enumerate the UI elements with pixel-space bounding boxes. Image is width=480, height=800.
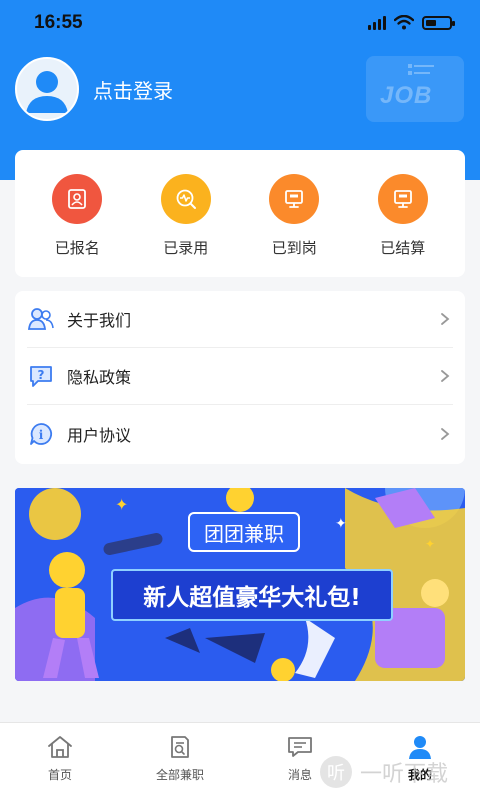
- menu-item-privacy[interactable]: ? 隐私政策: [27, 348, 453, 405]
- registered-circle: [52, 174, 103, 224]
- job-badge: JOB: [366, 56, 464, 122]
- menu-item-agreement[interactable]: i 用户协议: [27, 405, 453, 462]
- tab-label: 首页: [47, 768, 72, 782]
- settings-menu: 关于我们 ? 隐私政策 i 用户协议: [15, 291, 465, 464]
- status-hired[interactable]: 已录用: [141, 150, 231, 277]
- tab-label: 全部兼职: [155, 768, 204, 782]
- wifi-icon: [394, 15, 414, 30]
- watermark: 听 一听下载: [318, 754, 448, 790]
- document-search-icon: [171, 736, 189, 758]
- watermark-logo-icon: 听: [320, 756, 352, 788]
- home-icon: [48, 736, 72, 758]
- avatar[interactable]: [15, 57, 79, 121]
- monitor-icon: [285, 190, 304, 208]
- menu-label: 关于我们: [67, 311, 132, 330]
- settled-circle: [377, 174, 428, 224]
- monitor-icon: [393, 190, 412, 208]
- battery-icon: [422, 15, 455, 30]
- chevron-right-icon: [437, 311, 453, 327]
- application-status-card: 已报名 已录用 已到岗 已结算: [15, 150, 465, 277]
- svg-text:✦: ✦: [425, 537, 435, 551]
- activity-search-icon: [176, 189, 196, 209]
- status-bar: 16:55: [0, 0, 480, 46]
- status-icons: [368, 15, 455, 30]
- question-bubble-icon: ?: [27, 362, 55, 390]
- tab-all-jobs[interactable]: 全部兼职: [120, 723, 240, 800]
- login-text[interactable]: 点击登录: [93, 75, 173, 104]
- watermark-text: 一听下载: [360, 762, 449, 787]
- status-label: 已报名: [54, 239, 100, 257]
- svg-text:?: ?: [38, 368, 45, 382]
- banner-subtitle: 新人超值豪华大礼包!: [111, 569, 393, 621]
- job-badge-text: JOB: [380, 82, 433, 109]
- onboard-circle: [269, 174, 320, 224]
- menu-item-about[interactable]: 关于我们: [27, 291, 453, 348]
- profile-login[interactable]: 点击登录: [15, 57, 173, 121]
- promo-banner[interactable]: ✦ ✦ ✦ 团团兼职 新人超值豪华大礼包!: [15, 488, 465, 681]
- menu-label: 隐私政策: [67, 368, 132, 387]
- signal-icon: [368, 15, 386, 30]
- status-time: 16:55: [34, 12, 83, 33]
- user-avatar-icon: [26, 71, 68, 113]
- svg-text:✦: ✦: [115, 495, 128, 514]
- svg-text:✦: ✦: [335, 516, 347, 532]
- tab-home[interactable]: 首页: [0, 723, 120, 800]
- chevron-right-icon: [437, 368, 453, 384]
- menu-label: 用户协议: [67, 425, 132, 445]
- status-label: 已录用: [163, 239, 209, 257]
- status-label: 已到岗: [271, 239, 317, 257]
- svg-text:听: 听: [327, 763, 345, 784]
- status-onboard[interactable]: 已到岗: [249, 150, 339, 277]
- id-card-icon: [68, 189, 87, 209]
- svg-text:i: i: [39, 428, 44, 442]
- status-registered[interactable]: 已报名: [32, 150, 122, 277]
- tab-label: 消息: [287, 768, 312, 782]
- banner-title: 团团兼职: [188, 512, 300, 552]
- hired-circle: [160, 174, 211, 224]
- list-icon: [408, 64, 434, 75]
- info-bubble-icon: i: [27, 420, 55, 448]
- status-label: 已结算: [380, 239, 426, 257]
- status-settled[interactable]: 已结算: [358, 150, 448, 277]
- people-icon: [27, 305, 55, 333]
- chevron-right-icon: [437, 426, 453, 442]
- message-icon: [288, 737, 312, 757]
